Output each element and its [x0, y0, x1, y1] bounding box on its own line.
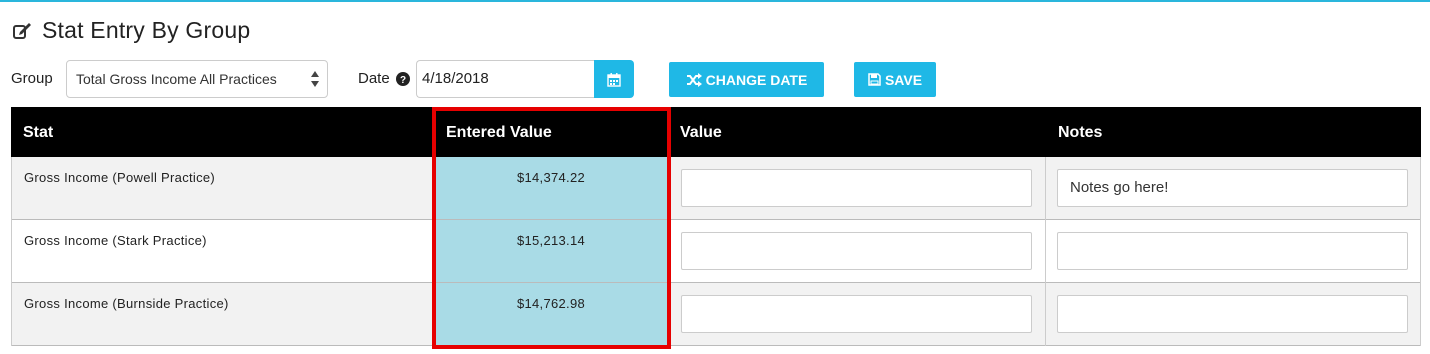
header-stat: Stat — [23, 124, 54, 141]
header-value: Value — [680, 124, 722, 141]
notes-input[interactable] — [1057, 232, 1408, 270]
date-input[interactable]: 4/18/2018 — [416, 60, 595, 98]
stat-name: Gross Income (Stark Practice) — [24, 233, 207, 248]
save-label: SAVE — [884, 71, 923, 88]
floppy-disk-icon — [868, 73, 881, 86]
controls-bar: Group Total Gross Income All Practices D… — [11, 60, 1421, 98]
date-label: Date — [358, 70, 390, 87]
notes-input[interactable] — [1057, 295, 1408, 333]
notes-input[interactable]: Notes go here! — [1057, 169, 1408, 207]
svg-text:?: ? — [400, 75, 406, 86]
value-input[interactable] — [681, 295, 1032, 333]
table-header: Stat Entered Value Value Notes — [11, 107, 1421, 157]
change-date-label: CHANGE DATE — [705, 71, 808, 88]
table-row: Gross Income (Stark Practice) $15,213.14 — [11, 220, 1421, 283]
stat-table: Stat Entered Value Value Notes Gross Inc… — [11, 107, 1421, 347]
page-header: Stat Entry By Group — [12, 14, 250, 46]
table-row: Gross Income (Burnside Practice) $14,762… — [11, 283, 1421, 346]
group-select-value: Total Gross Income All Practices — [76, 71, 277, 87]
edit-icon — [12, 19, 34, 41]
value-input[interactable] — [681, 169, 1032, 207]
table-row: Gross Income (Powell Practice) $14,374.2… — [11, 157, 1421, 220]
column-divider — [1045, 157, 1046, 346]
calendar-icon — [607, 72, 621, 87]
entered-value-highlight — [432, 107, 671, 349]
change-date-button[interactable]: CHANGE DATE — [669, 62, 824, 97]
stat-name: Gross Income (Burnside Practice) — [24, 296, 229, 311]
column-divider — [1420, 157, 1421, 346]
calendar-button[interactable] — [594, 60, 634, 98]
stat-name: Gross Income (Powell Practice) — [24, 170, 216, 185]
header-notes: Notes — [1058, 124, 1103, 141]
notes-input-text: Notes go here! — [1070, 179, 1169, 196]
shuffle-icon — [686, 72, 702, 87]
select-arrows-icon — [311, 71, 319, 87]
page-title: Stat Entry By Group — [42, 16, 251, 43]
question-circle-icon[interactable]: ? — [396, 72, 410, 86]
date-input-value: 4/18/2018 — [422, 70, 489, 87]
group-label: Group — [11, 70, 53, 87]
top-accent-rule — [0, 0, 1430, 2]
column-divider — [11, 157, 12, 346]
value-input[interactable] — [681, 232, 1032, 270]
save-button[interactable]: SAVE — [854, 62, 936, 97]
group-select[interactable]: Total Gross Income All Practices — [66, 60, 328, 98]
